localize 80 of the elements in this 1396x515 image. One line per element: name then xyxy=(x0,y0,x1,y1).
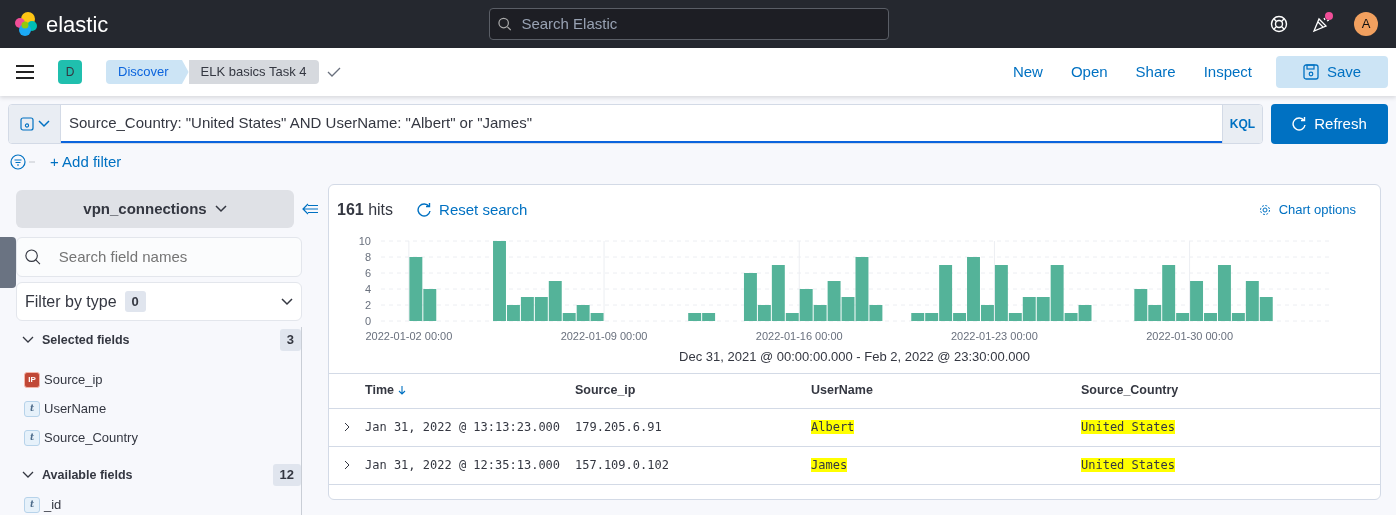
field-type-icon: IP xyxy=(24,371,40,388)
search-field[interactable]: Search Elastic xyxy=(489,8,890,40)
axis-label: 2 xyxy=(364,299,371,311)
field-name[interactable]: _id xyxy=(44,494,62,515)
axis-label: 0 xyxy=(364,315,371,327)
filter-label: Filter by type xyxy=(25,291,117,312)
chevron-down-icon[interactable] xyxy=(22,471,34,479)
table-cell: United States xyxy=(1081,420,1175,434)
search-icon xyxy=(25,248,41,266)
axis-label: 4 xyxy=(364,283,371,295)
field-name[interactable]: Source_ip xyxy=(44,369,103,390)
checkmark-icon xyxy=(326,67,341,77)
search-input[interactable]: Search Elastic xyxy=(519,11,881,37)
query-language-button[interactable]: KQL xyxy=(1222,105,1262,143)
user-avatar[interactable]: A xyxy=(1354,12,1378,36)
hit-count: 161 hits xyxy=(337,200,394,220)
count-badge: 0 xyxy=(124,290,146,313)
axis-label: 6 xyxy=(364,267,371,279)
toolbar-link[interactable]: New xyxy=(1000,60,1055,84)
section-title: Selected fields xyxy=(42,331,130,349)
field-type-icon: t xyxy=(24,496,40,513)
query-bar[interactable]: Source_Country: "United States" AND UserName: "Albert" or "James" KQL xyxy=(8,104,1263,144)
gear-icon xyxy=(1258,204,1271,216)
field-type-icon: t xyxy=(24,429,40,446)
axis-label: 2022-01-09 00:00 xyxy=(560,330,648,342)
chevron-down-icon xyxy=(214,205,227,213)
index-pattern-selector[interactable]: vpn_connections xyxy=(16,190,294,228)
logo-icon xyxy=(14,11,38,37)
refresh-icon xyxy=(1292,117,1307,131)
type-filter-dropdown[interactable]: Filter by type 0 xyxy=(16,282,302,321)
add-filter-link[interactable]: + Add filter xyxy=(44,149,128,175)
column-header[interactable]: Source_Country xyxy=(1081,381,1179,400)
table-cell: Albert xyxy=(811,420,855,434)
toolbar-link[interactable]: Inspect xyxy=(1191,60,1264,84)
toolbar-link[interactable]: Open xyxy=(1058,60,1120,84)
toolbar-link[interactable]: Share xyxy=(1123,60,1188,84)
axis-label: 2022-01-23 00:00 xyxy=(951,330,1038,342)
axis-label: 8 xyxy=(364,251,371,263)
refresh-button[interactable]: Refresh xyxy=(1271,104,1388,144)
table-cell: United States xyxy=(1081,458,1175,472)
table-cell: 179.205.6.91 xyxy=(575,420,662,434)
chevron-down-icon[interactable] xyxy=(22,336,34,344)
collapse-sidebar-icon[interactable] xyxy=(302,203,318,215)
table-cell: 157.109.0.102 xyxy=(575,458,669,472)
time-range-text: Dec 31, 2021 @ 00:00:00.000 - Feb 2, 2022 @ 23:30:00.000 xyxy=(678,348,1031,366)
filter-icon[interactable] xyxy=(10,154,36,170)
axis-label: 2022-01-30 00:00 xyxy=(1146,330,1233,342)
section-title: Available fields xyxy=(42,466,133,484)
chevron-down-icon xyxy=(281,297,293,306)
table-cell: Jan 31, 2022 @ 12:35:13.000 xyxy=(365,458,561,472)
save-button[interactable]: Save xyxy=(1276,56,1388,88)
field-name[interactable]: Source_Country xyxy=(44,427,138,448)
search-input[interactable]: Search field names xyxy=(56,244,293,270)
logo-text: elastic xyxy=(46,10,109,39)
count-badge: 12 xyxy=(272,464,301,486)
chevron-down-icon xyxy=(37,120,50,128)
help-icon[interactable] xyxy=(1270,15,1288,33)
field-name[interactable]: UserName xyxy=(44,398,107,419)
field-type-icon: t xyxy=(24,400,40,417)
chevron-right-icon[interactable] xyxy=(343,422,351,432)
space-avatar[interactable]: D xyxy=(58,60,82,84)
search-icon xyxy=(498,17,512,31)
column-header[interactable]: Source_ip xyxy=(575,381,636,400)
refresh-icon xyxy=(417,203,432,217)
sort-arrow-icon[interactable] xyxy=(397,386,406,395)
chevron-right-icon[interactable] xyxy=(343,460,351,470)
breadcrumb[interactable]: Discover xyxy=(106,60,189,84)
menu-icon[interactable] xyxy=(16,65,34,79)
count-badge: 3 xyxy=(279,329,301,351)
drag-handle[interactable] xyxy=(0,237,16,288)
breadcrumb[interactable]: ELK basics Task 4 xyxy=(188,60,319,84)
axis-label: 2022-01-02 00:00 xyxy=(365,330,453,342)
chart-options-link[interactable]: Chart options xyxy=(1258,200,1356,220)
column-header[interactable]: UserName xyxy=(811,381,873,400)
reset-search-link[interactable]: Reset search xyxy=(417,198,528,222)
table-cell: James xyxy=(811,458,848,472)
column-header[interactable]: Time xyxy=(365,381,406,400)
axis-label: 2022-01-16 00:00 xyxy=(755,330,843,342)
axis-label: 10 xyxy=(358,235,371,247)
table-cell: Jan 31, 2022 @ 13:13:23.000 xyxy=(365,420,561,434)
